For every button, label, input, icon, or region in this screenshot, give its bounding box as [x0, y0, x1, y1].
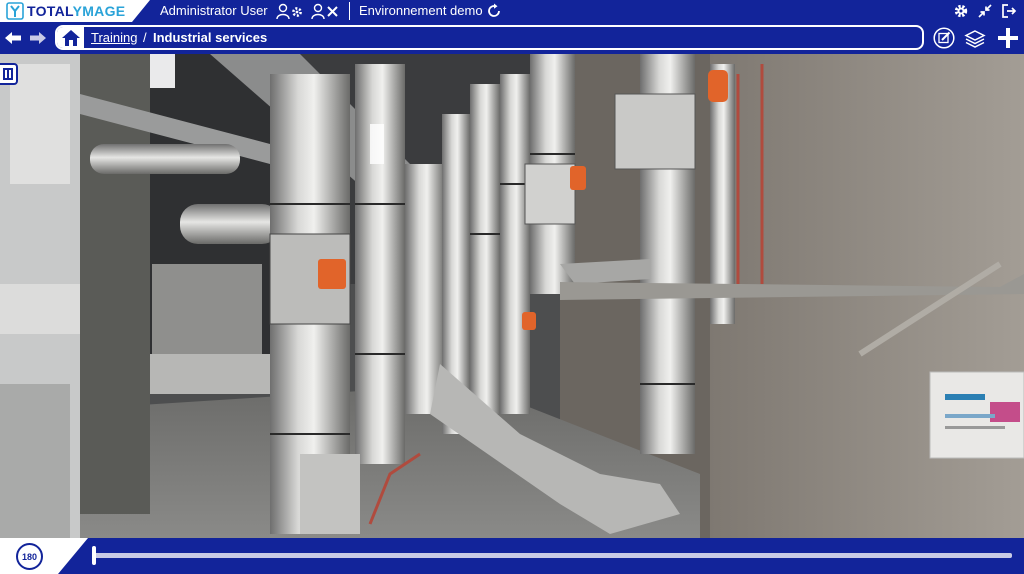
brand-logo-icon [6, 2, 24, 20]
brand-name: TOTALYMAGE [27, 3, 126, 19]
edit-icon[interactable] [933, 27, 955, 49]
back-arrow-icon[interactable] [4, 30, 22, 46]
timeline-track[interactable] [94, 553, 1012, 558]
panel-icon [3, 68, 13, 80]
navigation-bar: Training / Industrial services [0, 22, 1024, 54]
logout-icon[interactable] [1001, 3, 1017, 19]
layers-icon[interactable] [964, 27, 986, 49]
brand-logo[interactable]: TOTALYMAGE [0, 0, 150, 22]
collapse-icon[interactable] [977, 3, 993, 19]
timeline-handle[interactable] [92, 546, 96, 565]
refresh-icon[interactable] [486, 3, 502, 19]
breadcrumb: Training / Industrial services [55, 25, 924, 50]
panorama-viewer[interactable] [0, 54, 1024, 538]
users-settings-icon[interactable] [276, 2, 306, 20]
header-divider [349, 2, 350, 20]
user-remove-icon[interactable] [310, 2, 340, 20]
breadcrumb-separator: / [143, 30, 147, 45]
current-user-name[interactable]: Administrator User [160, 3, 268, 18]
home-icon[interactable] [57, 27, 84, 48]
environment-name[interactable]: Environnement demo [359, 3, 483, 18]
add-icon[interactable] [996, 26, 1020, 50]
view-180-button[interactable]: 180 [16, 543, 43, 570]
settings-icon[interactable] [953, 3, 969, 19]
timeline-bar: 180 [0, 538, 1024, 574]
forward-arrow-icon[interactable] [29, 30, 47, 46]
breadcrumb-current-page: Industrial services [153, 30, 268, 45]
panorama-image [0, 54, 1024, 538]
side-panel-toggle[interactable] [0, 63, 18, 85]
top-bar: TOTALYMAGE Administrator User Environnem… [0, 0, 1024, 22]
breadcrumb-link-training[interactable]: Training [91, 30, 137, 45]
